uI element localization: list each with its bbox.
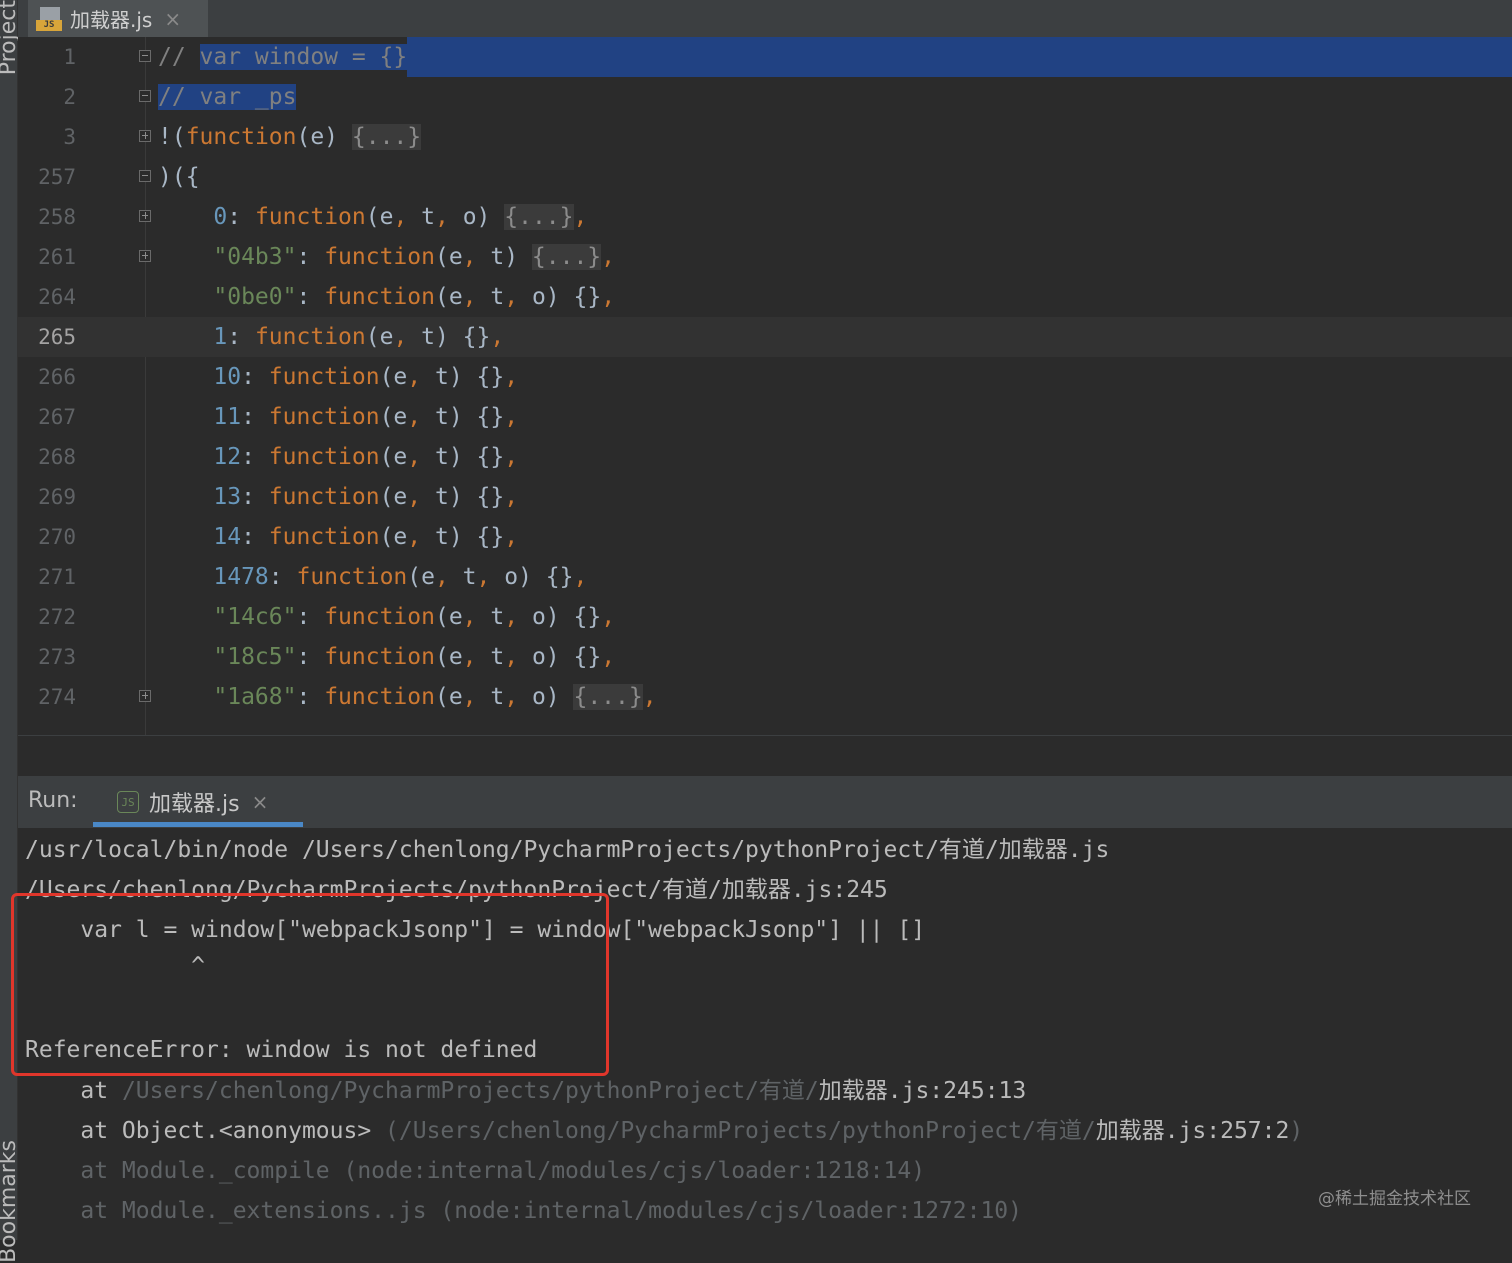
line-number: 269	[38, 485, 76, 509]
run-tab-label: 加载器.js	[149, 792, 240, 817]
editor-tab-label: 加载器.js	[70, 8, 153, 32]
line-number: 273	[38, 645, 76, 669]
code-line: 266 10: function(e, t) {},	[18, 357, 1512, 397]
editor-splitter[interactable]	[18, 735, 1512, 776]
line-number: 268	[38, 445, 76, 469]
expand-icon[interactable]	[139, 690, 151, 702]
node-js-icon: JS	[117, 791, 139, 813]
folded-region[interactable]: {...}	[531, 244, 602, 270]
code-line: 3 !(function(e) {...}	[18, 117, 1512, 157]
code-line: 269 13: function(e, t) {},	[18, 477, 1512, 517]
line-number: 264	[38, 285, 76, 309]
js-file-icon: JS	[36, 6, 64, 31]
code-line: 270 14: function(e, t) {},	[18, 517, 1512, 557]
fold-icon[interactable]	[139, 50, 151, 62]
close-icon[interactable]: ×	[252, 790, 269, 814]
line-number: 261	[38, 245, 76, 269]
expand-icon[interactable]	[139, 250, 151, 262]
console-line: /usr/local/bin/node /Users/chenlong/Pych…	[25, 837, 1110, 863]
expand-icon[interactable]	[139, 210, 151, 222]
code-line: 258 0: function(e, t, o) {...},	[18, 197, 1512, 237]
active-tab-indicator	[93, 822, 303, 827]
line-number: 272	[38, 605, 76, 629]
line-number: 271	[38, 565, 76, 589]
line-number: 274	[38, 685, 76, 709]
editor-tab-file[interactable]: JS 加载器.js ×	[28, 0, 208, 37]
stack-frame-link[interactable]: /Users/chenlong/PycharmProjects/pythonPr…	[122, 1078, 819, 1104]
error-highlight-box	[11, 893, 609, 1076]
stack-frame-link[interactable]: 加载器.js:245:13	[819, 1078, 1026, 1104]
code-line: 273 "18c5": function(e, t, o) {},	[18, 637, 1512, 677]
line-number: 265	[38, 325, 76, 349]
code-line: 272 "14c6": function(e, t, o) {},	[18, 597, 1512, 637]
code-line-current: 265 1: function(e, t) {},	[18, 317, 1512, 357]
stack-frame: at /Users/chenlong/PycharmProjects/pytho…	[25, 1078, 1027, 1104]
code-line: 271 1478: function(e, t, o) {},	[18, 557, 1512, 597]
run-title: Run:	[28, 788, 78, 813]
stack-frame-link[interactable]: 加载器.js:257:2	[1096, 1118, 1290, 1144]
folded-region[interactable]: {...}	[504, 204, 574, 230]
run-toolwindow-header: Run: JS 加载器.js ×	[18, 776, 1512, 828]
editor-tab-bar: JS 加载器.js ×	[18, 0, 1512, 37]
code-line: 1 // var window = {}	[18, 37, 1512, 77]
stack-frame: at Module._extensions..js (node:internal…	[25, 1198, 1022, 1224]
folded-region[interactable]: {...}	[573, 684, 643, 710]
line-number: 270	[38, 525, 76, 549]
close-icon[interactable]: ×	[164, 7, 181, 31]
line-number: 2	[63, 85, 76, 109]
stack-frame: at Object.<anonymous> (/Users/chenlong/P…	[25, 1118, 1304, 1144]
fold-icon[interactable]	[139, 170, 151, 182]
line-number: 1	[63, 45, 76, 69]
stack-frame: at Module._compile (node:internal/module…	[25, 1158, 926, 1184]
expand-icon[interactable]	[139, 130, 151, 142]
code-line: 261 "04b3": function(e, t) {...},	[18, 237, 1512, 277]
code-line: 264 "0be0": function(e, t, o) {},	[18, 277, 1512, 317]
code-line: 267 11: function(e, t) {},	[18, 397, 1512, 437]
code-editor[interactable]: 1 // var window = {} 2 // var _ps 3 !(fu…	[18, 37, 1512, 735]
line-number: 3	[63, 125, 76, 149]
stack-frame-link[interactable]: (/Users/chenlong/PycharmProjects/pythonP…	[385, 1118, 1096, 1144]
fold-icon[interactable]	[139, 90, 151, 102]
line-number: 266	[38, 365, 76, 389]
run-tab[interactable]: JS 加载器.js ×	[93, 776, 303, 828]
code-line: 268 12: function(e, t) {},	[18, 437, 1512, 477]
line-number: 257	[38, 165, 76, 189]
code-line: 257 )({	[18, 157, 1512, 197]
folded-region[interactable]: {...}	[351, 124, 422, 150]
line-number: 258	[38, 205, 76, 229]
watermark: @稀土掘金技术社区	[1318, 1189, 1471, 1209]
line-number: 267	[38, 405, 76, 429]
code-line: 274 "1a68": function(e, t, o) {...},	[18, 677, 1512, 717]
code-line: 2 // var _ps	[18, 77, 1512, 117]
